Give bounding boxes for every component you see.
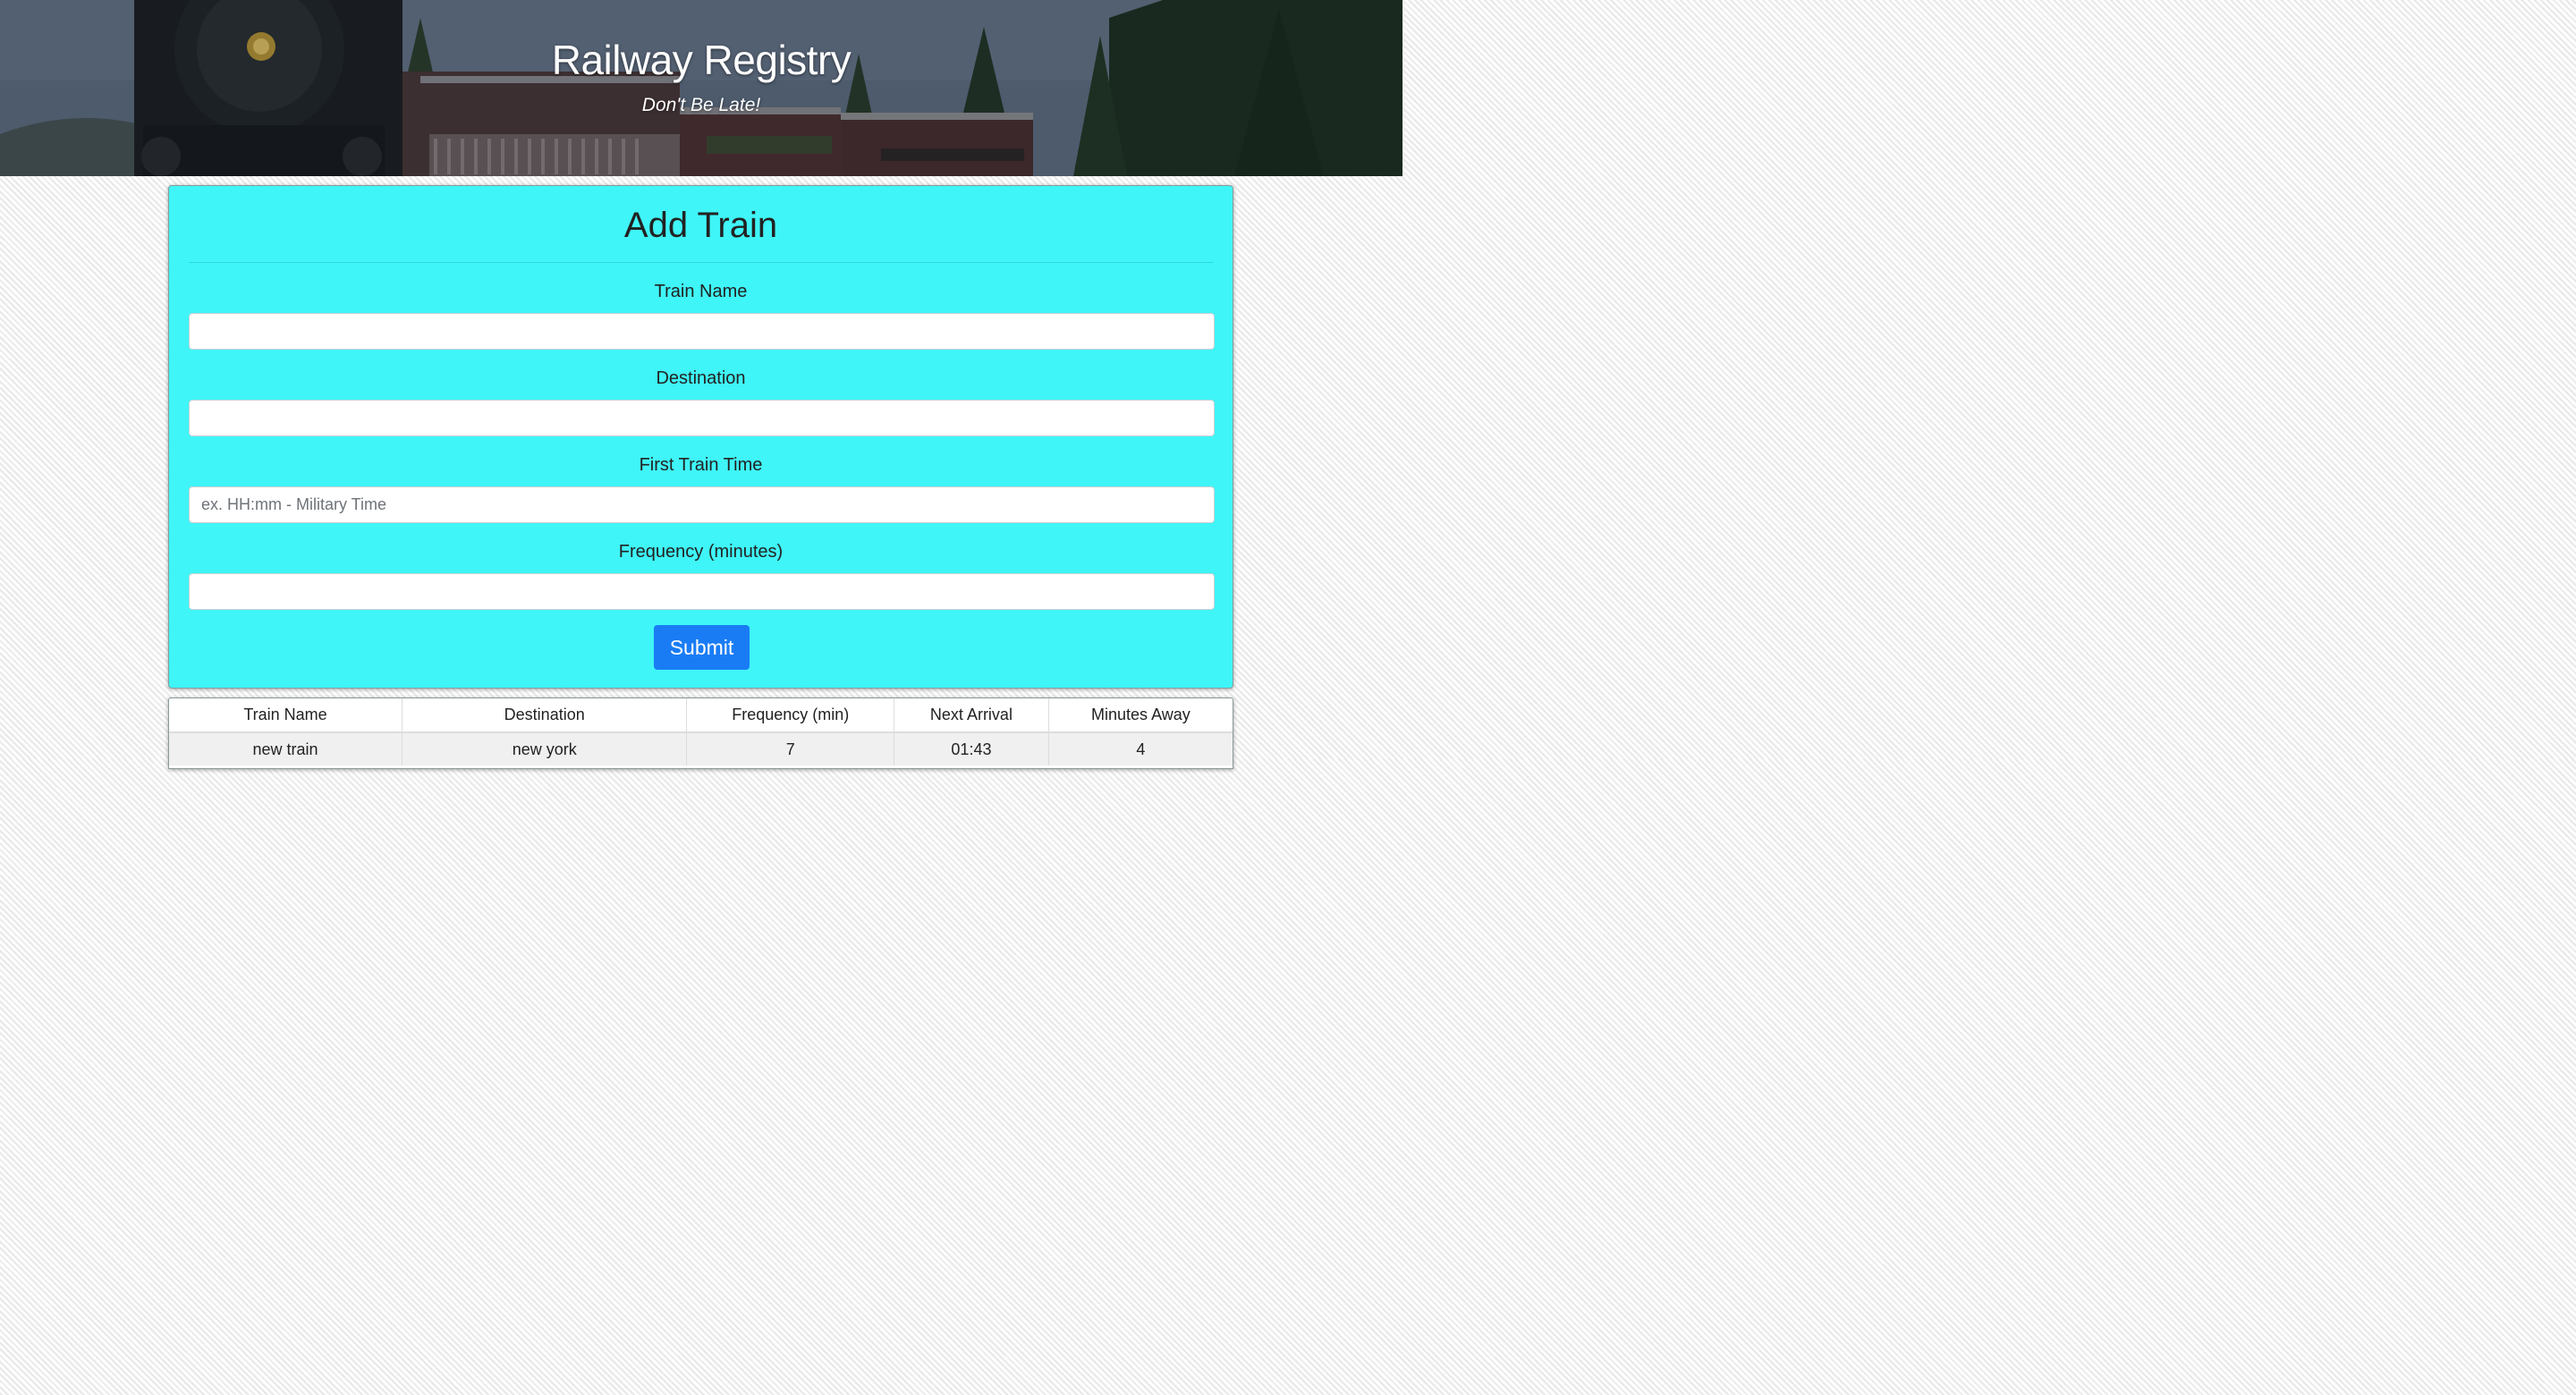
train-name-label: Train Name [654,282,748,301]
column-header-frequency[interactable]: Frequency (min) [686,698,895,733]
page-subtitle: Don't Be Late! [641,95,761,115]
header-banner: Railway Registry Don't Be Late! [0,0,1402,176]
destination-label: Destination [656,368,746,388]
cell-next-arrival: 01:43 [894,732,1049,765]
column-header-train-name[interactable]: Train Name [169,698,402,733]
frequency-label: Frequency (minutes) [618,542,784,562]
page-title: Railway Registry [551,37,852,83]
column-header-destination[interactable]: Destination [402,698,688,733]
panel-title: Add Train [623,206,778,245]
cell-frequency: 7 [686,732,895,765]
table-row: new train new york 7 01:43 4 [169,732,1233,765]
column-header-next-arrival[interactable]: Next Arrival [894,698,1049,733]
train-schedule-table: Train Name Destination Frequency (min) N… [168,698,1233,769]
cell-minutes-away: 4 [1048,732,1233,765]
first-train-time-input[interactable] [189,486,1215,523]
destination-input[interactable] [189,400,1215,436]
submit-button[interactable]: Submit [654,625,750,670]
table-header-row: Train Name Destination Frequency (min) N… [169,698,1233,733]
panel-divider [189,262,1213,263]
train-background-image [0,0,1402,176]
frequency-input[interactable] [189,573,1215,610]
add-train-panel: Add Train Train Name Destination First T… [168,185,1233,689]
column-header-minutes-away[interactable]: Minutes Away [1048,698,1233,733]
train-name-input[interactable] [189,313,1215,350]
first-train-time-label: First Train Time [639,455,763,475]
cell-destination: new york [402,732,688,765]
cell-train-name: new train [169,732,402,765]
